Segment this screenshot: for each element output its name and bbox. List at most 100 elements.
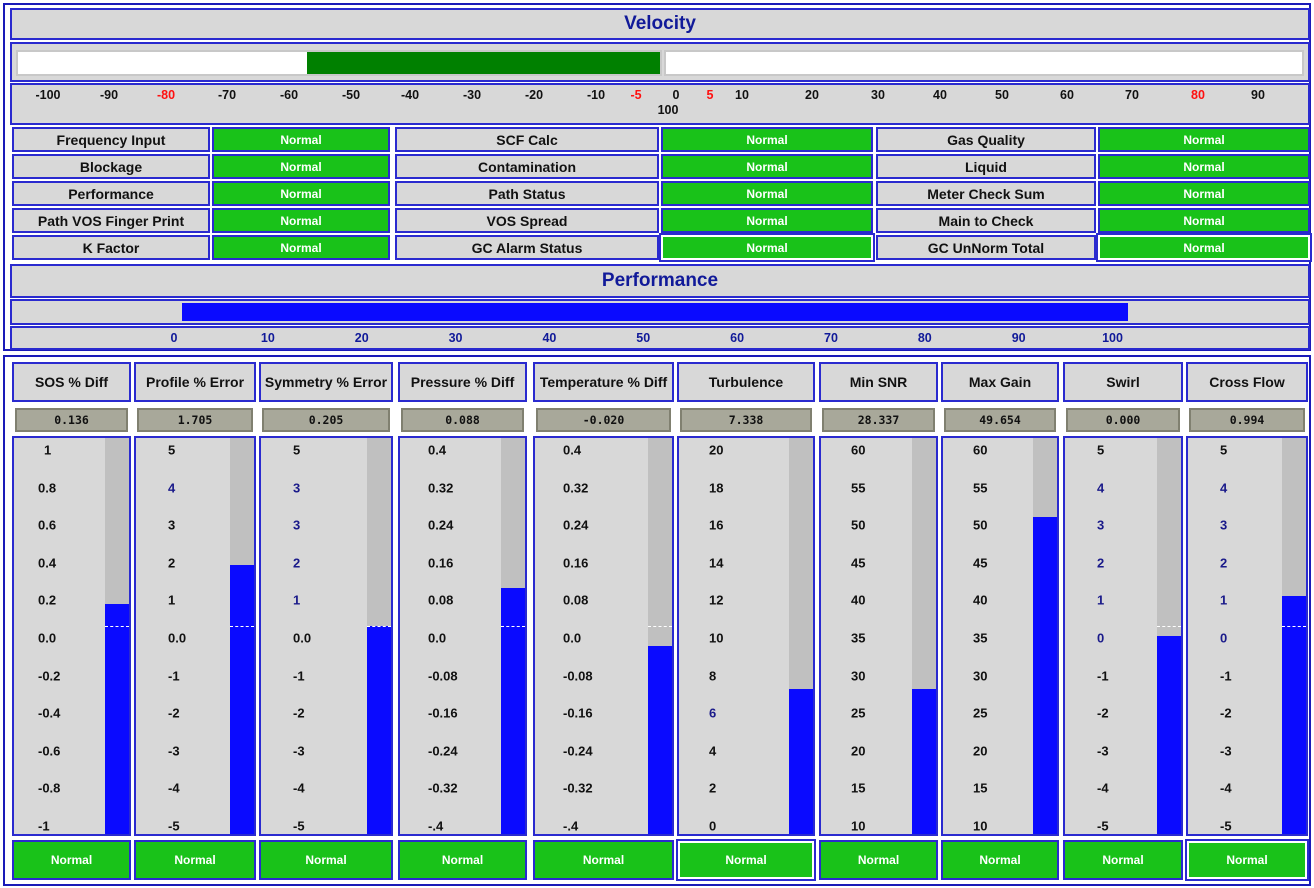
gauge-tick-label: 20: [851, 743, 866, 759]
gauge-tick-label: -5: [168, 818, 180, 834]
gauge-tick-label: -0.32: [428, 780, 458, 796]
gauge-fill: [230, 564, 254, 834]
performance-scale: 0 10 20 30 40 50 60 70 80 90 100: [10, 326, 1310, 350]
alarm-label: Blockage: [12, 154, 210, 179]
gauge-tick-label: 60: [973, 442, 988, 458]
gauge-tick-label: 1: [1097, 592, 1105, 608]
diagnostic-value: 7.338: [680, 408, 812, 432]
diagnostic-value: 0.088: [401, 408, 524, 432]
gauge-tick-label: 15: [851, 780, 866, 796]
alarm-label: GC UnNorm Total: [876, 235, 1096, 260]
diagnostic-gauge: 0.4 0.32 0.24 0.16 0.08 0.0 -0.08 -0.16 -0.24 -0.…: [533, 436, 674, 836]
diagnostic-gauge: 60 55 50 45 40 35 30 25 20 15 10: [941, 436, 1059, 836]
gauge-track: [648, 438, 672, 834]
gauge-tick-label: 1: [1220, 592, 1228, 608]
diagnostic-title: Turbulence: [677, 362, 815, 402]
diagnostic-column: Profile % Error 1.705 5 4 3 2 1 0.0 -1 -2 -3 -4 -5 No…: [134, 362, 256, 884]
gauge-tick-label: 4: [168, 480, 176, 496]
diagnostic-status-badge: Normal: [1185, 839, 1309, 881]
gauge-track: [1157, 438, 1181, 834]
diagnostic-column: Min SNR 28.337 60 55 50 45 40 35 30 25 20 15 10 Norma…: [819, 362, 938, 884]
gauge-tick-label: 35: [973, 630, 988, 646]
diagnostic-title: Max Gain: [941, 362, 1059, 402]
alarm-label: SCF Calc: [395, 127, 659, 152]
gauge-tick-label: 2: [709, 780, 717, 796]
gauge-tick-label: -2: [168, 705, 180, 721]
gauge-fill: [367, 626, 391, 834]
diagnostic-title: Profile % Error: [134, 362, 256, 402]
velocity-negative-track: [16, 50, 662, 76]
velocity-tick-label: 90: [1251, 88, 1265, 102]
gauge-tick-label: 2: [168, 555, 176, 571]
diagnostic-column: Turbulence 7.338 20 18 16 14 12 10 8 6 4 2 0 Normal: [676, 362, 816, 884]
meter-dashboard: Velocity -100 -90 -80 -70 -60 -50 -40 -30 -20 -10…: [0, 0, 1314, 888]
gauge-tick-label: 0.32: [428, 480, 454, 496]
gauge-fill: [1157, 636, 1181, 834]
gauge-tick-label: 15: [973, 780, 988, 796]
velocity-tick-label: 50: [995, 88, 1009, 102]
diagnostic-status-badge: Normal: [12, 840, 131, 880]
performance-tick-label: 0: [170, 331, 178, 345]
velocity-scale: -100 -90 -80 -70 -60 -50 -40 -30 -20 -10 -5 0 5 10 20 3…: [10, 83, 1310, 125]
gauge-tick-label: 55: [973, 480, 988, 496]
gauge-tick-label: -4: [1097, 780, 1109, 796]
gauge-tick-label: 0: [1220, 630, 1228, 646]
diagnostic-column: Cross Flow 0.994 5 4 3 2 1 0 -1 -2 -3 -4 -5 Normal: [1185, 362, 1309, 884]
velocity-bar-panel: [10, 42, 1310, 82]
gauge-tick-label: 1: [44, 442, 52, 458]
gauge-tick-label: 0.0: [293, 630, 312, 646]
diagnostic-value: 49.654: [944, 408, 1056, 432]
gauge-tick-label: 1: [293, 592, 301, 608]
gauge-tick-label: 50: [851, 517, 866, 533]
gauge-tick-label: 3: [168, 517, 176, 533]
gauge-fill: [912, 688, 936, 834]
velocity-tick-label: -50: [341, 88, 361, 102]
diagnostic-gauge: 5 4 3 2 1 0 -1 -2 -3 -4 -5: [1063, 436, 1183, 836]
gauge-tick-label: 2: [293, 555, 301, 571]
gauge-tick-label: -5: [1220, 818, 1232, 834]
diagnostic-status-badge: Normal: [819, 840, 938, 880]
gauge-tick-label: 0.0: [563, 630, 582, 646]
gauge-track: [1033, 438, 1057, 834]
gauge-tick-label: -0.08: [563, 668, 593, 684]
gauge-tick-label: -0.16: [563, 705, 593, 721]
gauge-tick-label: 45: [851, 555, 866, 571]
gauge-tick-label: 10: [851, 818, 866, 834]
alarm-status-badge: Normal: [659, 233, 875, 262]
gauge-tick-label: 0: [1097, 630, 1105, 646]
diagnostic-gauge: 1 0.8 0.6 0.4 0.2 0.0 -0.2 -0.4 -0.6 -0.8 -1: [12, 436, 131, 836]
velocity-tick-label: 5: [706, 88, 714, 102]
performance-tick-label: 80: [917, 331, 932, 345]
gauge-tick-label: 0.24: [563, 517, 589, 533]
velocity-tick-label: 20: [805, 88, 819, 102]
gauge-tick-label: 0.4: [428, 442, 447, 458]
diagnostic-title: Cross Flow: [1186, 362, 1308, 402]
gauge-tick-label: 10: [709, 630, 724, 646]
velocity-tick-label: -10: [586, 88, 606, 102]
velocity-tick-label: 70: [1125, 88, 1139, 102]
gauge-tick-label: -3: [168, 743, 180, 759]
gauge-tick-label: -0.24: [563, 743, 593, 759]
gauge-tick-label: -5: [1097, 818, 1109, 834]
gauge-tick-label: 25: [851, 705, 866, 721]
diagnostic-status-badge: Normal: [1063, 840, 1183, 880]
alarm-label: Main to Check: [876, 208, 1096, 233]
gauge-zero-line: [1157, 626, 1181, 627]
performance-tick-label: 100: [1102, 331, 1123, 345]
performance-tick-label: 90: [1011, 331, 1026, 345]
alarm-status-badge: Normal: [661, 208, 873, 233]
gauge-tick-label: 2: [1097, 555, 1105, 571]
gauge-tick-label: 5: [293, 442, 301, 458]
performance-tick-label: 70: [824, 331, 838, 345]
gauge-tick-label: 0.0: [38, 630, 57, 646]
diagnostic-gauge: 5 4 3 2 1 0 -1 -2 -3 -4 -5: [1186, 436, 1308, 836]
gauge-tick-label: -2: [1220, 705, 1232, 721]
gauge-tick-label: 0.08: [428, 592, 454, 608]
gauge-tick-label: 0.32: [563, 480, 589, 496]
gauge-tick-label: -0.32: [563, 780, 593, 796]
gauge-tick-label: 18: [709, 480, 724, 496]
performance-tick-label: 60: [730, 331, 745, 345]
gauge-tick-label: 20: [709, 442, 724, 458]
gauge-tick-label: 0.08: [563, 592, 589, 608]
diagnostic-column: Symmetry % Error 0.205 5 3 3 2 1 0.0 -1 -2 -3 -4 -5 N…: [259, 362, 393, 884]
